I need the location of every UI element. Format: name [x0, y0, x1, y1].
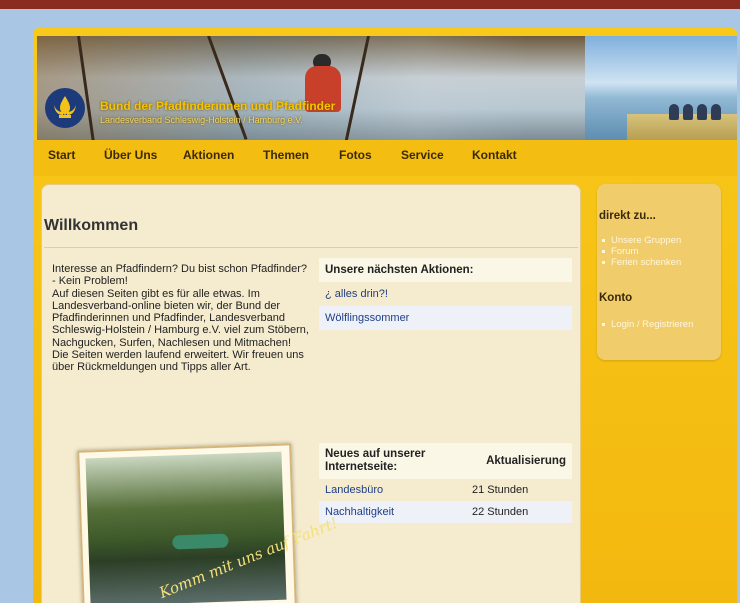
- actions-header-label: Unsere nächsten Aktionen:: [325, 264, 474, 276]
- sidebar: direkt zu... Unsere Gruppen Forum Ferien…: [597, 184, 721, 360]
- nav-service[interactable]: Service: [401, 148, 444, 162]
- nav-kontakt[interactable]: Kontakt: [472, 148, 517, 162]
- banner-people: [669, 102, 729, 120]
- brand-title: Bund der Pfadfinderinnen und Pfadfinder: [100, 99, 336, 113]
- news-header: Neues auf unserer Internetseite: Aktuali…: [319, 443, 572, 479]
- news-update-header: Aktualisierung: [486, 455, 566, 467]
- sidebar-direkt-title: direkt zu...: [599, 210, 656, 222]
- table-row: Nachhaltigkeit 22 Stunden: [319, 501, 572, 523]
- main-nav: Start Über Uns Aktionen Themen Fotos Ser…: [33, 140, 737, 176]
- nav-fotos[interactable]: Fotos: [339, 148, 372, 162]
- action-link[interactable]: Wölflingssommer: [319, 306, 572, 330]
- brand-subtitle: Landesverband Schleswig-Holstein / Hambu…: [100, 115, 303, 125]
- sidebar-link[interactable]: Unsere Gruppen: [601, 235, 681, 246]
- main-content: Willkommen Interesse an Pfadfindern? Du …: [41, 184, 581, 603]
- actions-box: Unsere nächsten Aktionen: ¿ alles drin?!…: [319, 258, 572, 330]
- intro-text: Interesse an Pfadfindern? Du bist schon …: [52, 263, 309, 374]
- table-row: Landesbüro 21 Stunden: [319, 479, 572, 501]
- banner-mast-3: [344, 36, 370, 140]
- news-header-label: Neues auf unserer Internetseite:: [325, 448, 426, 473]
- top-border: [0, 0, 740, 9]
- action-link-label: ¿ alles drin?!: [325, 288, 388, 300]
- news-updated: 21 Stunden: [472, 484, 529, 496]
- nav-ueber-uns[interactable]: Über Uns: [104, 148, 157, 162]
- nav-themen[interactable]: Themen: [263, 148, 309, 162]
- news-box: Neues auf unserer Internetseite: Aktuali…: [319, 443, 572, 523]
- sidebar-link-login[interactable]: Login / Registrieren: [601, 319, 693, 330]
- canoe-shape: [172, 533, 229, 550]
- sidebar-link[interactable]: Forum: [601, 246, 681, 257]
- actions-header: Unsere nächsten Aktionen:: [319, 258, 572, 282]
- sidebar-konto-title: Konto: [599, 292, 633, 304]
- nav-aktionen[interactable]: Aktionen: [183, 148, 234, 162]
- news-page-link[interactable]: Landesbüro: [325, 479, 383, 501]
- sidebar-direkt-list: Unsere Gruppen Forum Ferien schenken: [601, 235, 681, 268]
- scout-lily-logo[interactable]: [45, 88, 85, 128]
- action-link-label: Wölflingssommer: [325, 312, 410, 324]
- news-updated: 22 Stunden: [472, 506, 529, 518]
- canoe-photo: Komm mit uns auf Fahrt!: [77, 443, 340, 603]
- lily-icon: [54, 96, 76, 118]
- title-divider: [44, 247, 578, 248]
- page-container: Bund der Pfadfinderinnen und Pfadfinder …: [33, 28, 737, 603]
- sidebar-link[interactable]: Ferien schenken: [601, 257, 681, 268]
- page-title: Willkommen: [44, 217, 139, 234]
- nav-start[interactable]: Start: [48, 148, 75, 162]
- action-link[interactable]: ¿ alles drin?!: [319, 282, 572, 306]
- banner-mast-1: [77, 36, 96, 140]
- header-banner: Bund der Pfadfinderinnen und Pfadfinder …: [37, 36, 737, 140]
- sidebar-konto-list: Login / Registrieren: [601, 319, 693, 330]
